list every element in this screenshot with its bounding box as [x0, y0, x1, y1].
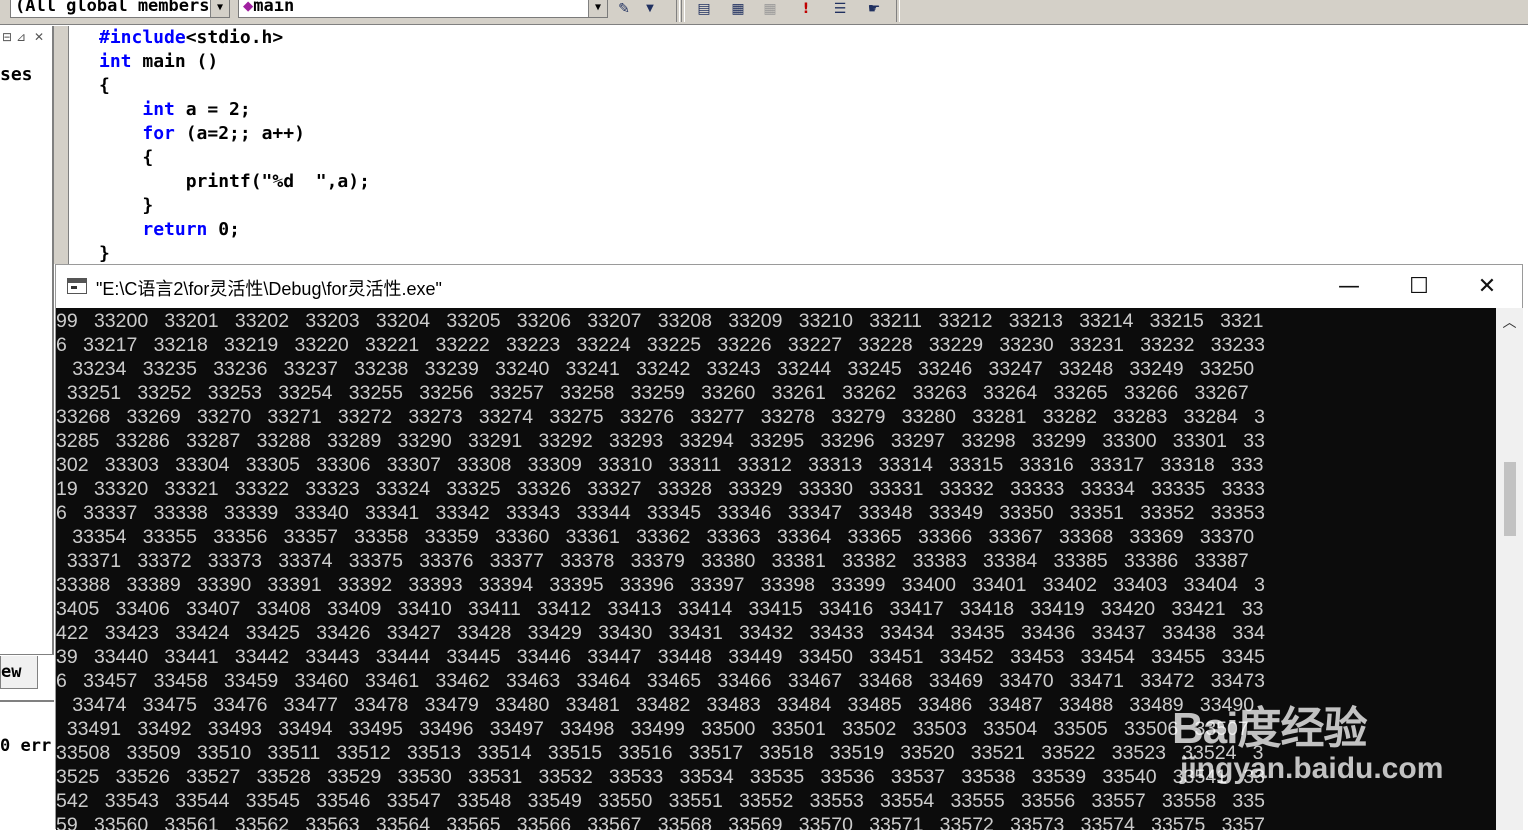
workspace-panel-buttons: ⊟ ⊿ ✕ [0, 30, 52, 48]
code-text: { [99, 147, 154, 168]
code-editor[interactable]: #include<stdio.h> int main (){ int a = 2;… [69, 26, 1528, 264]
console-line: 19 33320 33321 33322 33323 33324 33325 3… [56, 478, 1265, 500]
console-window: "E:\C语言2\for灵活性\Debug\for灵活性.exe" — ☐ ✕ … [55, 264, 1523, 830]
console-app-icon [67, 278, 87, 294]
code-line: int main () [99, 50, 370, 74]
debug-icon[interactable]: ! [796, 0, 816, 18]
code-line: { [99, 74, 370, 98]
code-text: 0; [207, 219, 240, 240]
console-line: 33388 33389 33390 33391 33392 33393 3339… [56, 574, 1265, 596]
workspace-label: ses [0, 64, 33, 85]
console-title: "E:\C语言2\for灵活性\Debug\for灵活性.exe" [96, 279, 442, 299]
console-line: 422 33423 33424 33425 33426 33427 33428 … [56, 622, 1265, 644]
code-keyword: for [142, 123, 175, 144]
console-line: 33354 33355 33356 33357 33358 33359 3336… [56, 526, 1255, 548]
console-line: 3405 33406 33407 33408 33409 33410 33411… [56, 598, 1264, 620]
workspace-panel: ⊟ ⊿ ✕ ses [0, 26, 54, 655]
code-line: for (a=2;; a++) [99, 122, 370, 146]
code-text: <stdio.h> [185, 27, 284, 48]
stop-icon[interactable]: ▦ [760, 0, 780, 18]
maximize-button[interactable]: ☐ [1384, 265, 1454, 308]
console-line: 33371 33372 33373 33374 33375 33376 3337… [56, 550, 1249, 572]
toolbar-separator [676, 0, 680, 22]
code-line: } [99, 194, 370, 218]
code-keyword: return [142, 219, 208, 240]
close-icon[interactable]: ✕ [34, 30, 44, 44]
code-line: #include<stdio.h> [99, 26, 370, 50]
console-titlebar[interactable]: "E:\C语言2\for灵活性\Debug\for灵活性.exe" — ☐ ✕ [56, 265, 1522, 308]
code-keyword: int [99, 51, 132, 72]
console-line: 33491 33492 33493 33494 33495 33496 3349… [56, 718, 1249, 740]
code-text: } [99, 243, 110, 264]
close-button[interactable]: ✕ [1452, 265, 1522, 308]
dropdown-icon[interactable]: ▼ [640, 0, 660, 18]
code-line: printf("%d ",a); [99, 170, 370, 194]
console-line: 33508 33509 33510 33511 33512 33513 3351… [56, 742, 1264, 764]
wizard-icon[interactable]: ✎ [614, 0, 634, 18]
console-line: 3525 33526 33527 33528 33529 33530 33531… [56, 766, 1265, 788]
console-line: 33474 33475 33476 33477 33478 33479 3348… [56, 694, 1255, 716]
editor-gutter [54, 26, 69, 264]
scrollbar-thumb[interactable] [1504, 462, 1516, 536]
console-line: 6 33217 33218 33219 33220 33221 33222 33… [56, 334, 1265, 356]
hand-icon[interactable]: ☛ [864, 0, 884, 18]
output-panel: 0 err [0, 700, 54, 831]
scope-combo-value: (All global members [15, 0, 210, 16]
code-line: { [99, 146, 370, 170]
console-line: 33234 33235 33236 33237 33238 33239 3324… [56, 358, 1255, 380]
function-combo-value: ◆main [243, 0, 294, 15]
code-keyword: #include [99, 27, 186, 48]
chevron-down-icon[interactable]: ▼ [588, 0, 607, 17]
code-text: printf("%d ",a); [99, 171, 370, 192]
console-line: 542 33543 33544 33545 33546 33547 33548 … [56, 790, 1265, 812]
step-icon[interactable]: ☰ [830, 0, 850, 18]
console-line: 6 33457 33458 33459 33460 33461 33462 33… [56, 670, 1265, 692]
output-text: 0 err [0, 736, 52, 756]
function-combo[interactable]: ◆main ▼ [238, 0, 608, 18]
function-diamond-icon: ◆ [243, 0, 254, 16]
console-line: 39 33440 33441 33442 33443 33444 33445 3… [56, 646, 1265, 668]
build-icon[interactable]: ▤ [694, 0, 714, 18]
dock-icon[interactable]: ⊟ [2, 30, 12, 44]
code-text: { [99, 75, 110, 96]
chevron-down-icon[interactable]: ▼ [210, 0, 229, 17]
console-line: 302 33303 33304 33305 33306 33307 33308 … [56, 454, 1264, 476]
toolbar-separator [681, 0, 685, 22]
code-text: a = 2; [174, 99, 251, 120]
code-line: return 0; [99, 218, 370, 242]
scroll-up-icon[interactable]: ︿ [1496, 312, 1523, 332]
ide-toolbar: (All global members ▼ ◆main ▼ ✎ ▼ ▤ ▦ ▦ … [0, 0, 1528, 25]
code-line: int a = 2; [99, 98, 370, 122]
console-output[interactable]: 99 33200 33201 33202 33203 33204 33205 3… [56, 308, 1496, 830]
code-text: main () [131, 51, 219, 72]
console-scrollbar[interactable]: ︿ [1496, 308, 1523, 830]
console-line: 3285 33286 33287 33288 33289 33290 33291… [56, 430, 1265, 452]
code-keyword: int [142, 99, 175, 120]
code-text: } [99, 195, 154, 216]
source-code: #include<stdio.h> int main (){ int a = 2;… [99, 26, 370, 266]
code-text: (a=2;; a++) [174, 123, 305, 144]
workspace-tab[interactable]: ew [0, 656, 38, 689]
console-line: 99 33200 33201 33202 33203 33204 33205 3… [56, 310, 1264, 332]
console-line: 59 33560 33561 33562 33563 33564 33565 3… [56, 814, 1265, 830]
pin-icon[interactable]: ⊿ [16, 30, 26, 44]
console-line: 33268 33269 33270 33271 33272 33273 3327… [56, 406, 1265, 428]
console-line: 33251 33252 33253 33254 33255 33256 3325… [56, 382, 1249, 404]
console-line: 6 33337 33338 33339 33340 33341 33342 33… [56, 502, 1265, 524]
toolbar-separator [896, 0, 900, 22]
minimize-button[interactable]: — [1314, 265, 1384, 308]
compile-icon[interactable]: ▦ [728, 0, 748, 18]
scope-combo[interactable]: (All global members ▼ [10, 0, 230, 18]
console-output-text: 99 33200 33201 33202 33203 33204 33205 3… [56, 309, 1265, 830]
code-line: } [99, 242, 370, 266]
